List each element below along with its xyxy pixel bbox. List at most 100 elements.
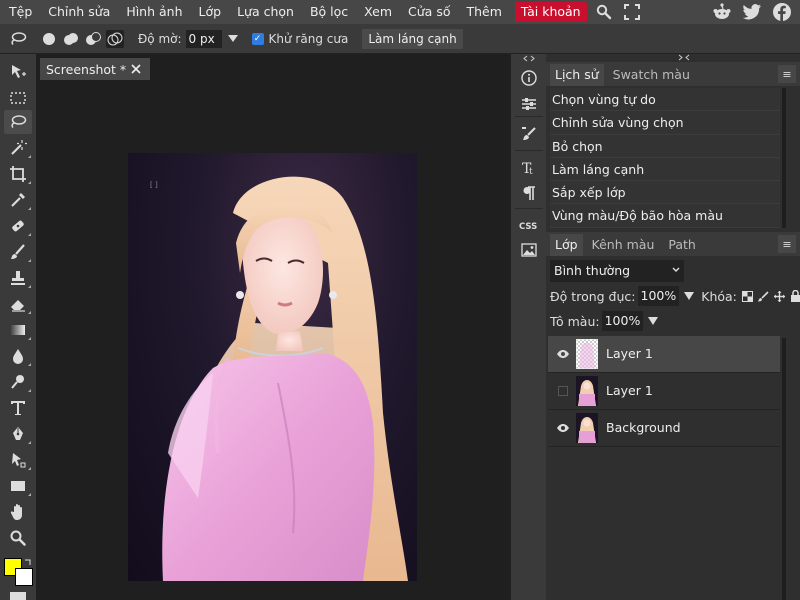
fill-dropdown-icon[interactable]: [648, 317, 659, 325]
lock-label: Khóa:: [701, 288, 737, 304]
history-item[interactable]: Chọn vùng tự do: [550, 88, 780, 112]
layer-name: Background: [606, 420, 681, 435]
tab-history[interactable]: Lịch sử: [550, 64, 604, 86]
hand-tool-icon[interactable]: [4, 500, 32, 524]
right-panels: Lịch sử Swatch màu ≡ Chọn vùng tự do Chỉ…: [546, 54, 800, 600]
facebook-icon[interactable]: [772, 2, 792, 22]
twitter-icon[interactable]: [742, 2, 762, 22]
refine-edge-button[interactable]: Làm láng cạnh: [362, 28, 463, 49]
document-tab[interactable]: Screenshot *: [40, 58, 150, 80]
blend-mode-value: Bình thường: [554, 263, 631, 278]
fullscreen-icon[interactable]: [621, 0, 643, 24]
marquee-tool-icon[interactable]: [4, 86, 32, 110]
gradient-tool-icon[interactable]: [4, 318, 32, 342]
background-color-swatch[interactable]: [15, 568, 33, 586]
swap-colors-icon[interactable]: [24, 556, 32, 565]
reddit-icon[interactable]: [712, 2, 732, 22]
move-tool-icon[interactable]: [4, 60, 32, 84]
menu-filter[interactable]: Bộ lọc: [301, 0, 355, 24]
close-icon[interactable]: [128, 61, 144, 77]
eye-icon[interactable]: [556, 422, 570, 434]
menu-more[interactable]: Thêm: [457, 0, 508, 24]
fill-label: Tô màu:: [550, 313, 600, 329]
image-canvas[interactable]: [ ]: [128, 153, 417, 581]
opacity-dropdown-icon[interactable]: [684, 292, 695, 300]
image-icon[interactable]: [517, 239, 541, 261]
expand-panels-icon[interactable]: [546, 54, 800, 62]
search-icon[interactable]: [593, 0, 615, 24]
history-scrollbar[interactable]: [782, 88, 786, 228]
magic-wand-tool-icon[interactable]: [4, 136, 32, 160]
menu-window[interactable]: Cửa số: [399, 0, 457, 24]
selection-intersect-icon[interactable]: [106, 29, 124, 48]
fill-row: Tô màu: 100%: [550, 311, 659, 331]
history-item[interactable]: Bỏ chọn: [550, 134, 780, 158]
character-icon[interactable]: Tt: [517, 157, 541, 179]
antialias-checkbox[interactable]: ✓: [251, 32, 264, 45]
lasso-tool-icon[interactable]: [4, 110, 32, 134]
opacity-label: Độ trong đục:: [550, 288, 636, 304]
eye-icon[interactable]: [556, 348, 570, 360]
healing-brush-tool-icon[interactable]: [4, 214, 32, 238]
blur-tool-icon[interactable]: [4, 344, 32, 368]
menu-select[interactable]: Lựa chọn: [228, 0, 301, 24]
tab-paths[interactable]: Path: [663, 234, 700, 256]
pen-tool-icon[interactable]: [4, 422, 32, 446]
dodge-tool-icon[interactable]: [4, 370, 32, 394]
fill-input[interactable]: 100%: [601, 311, 644, 331]
opacity-input[interactable]: 100%: [637, 286, 680, 306]
menu-view[interactable]: Xem: [355, 0, 399, 24]
tab-swatches[interactable]: Swatch màu: [608, 64, 695, 86]
history-item[interactable]: Chỉnh sửa vùng chọn: [550, 111, 780, 135]
selection-new-icon[interactable]: [40, 30, 58, 48]
adjustments-icon[interactable]: [517, 93, 541, 115]
panel-menu-icon[interactable]: ≡: [778, 235, 796, 253]
info-icon[interactable]: [517, 67, 541, 89]
layers-scrollbar[interactable]: [782, 338, 786, 600]
lock-all-icon[interactable]: [790, 290, 800, 302]
lock-position-icon[interactable]: [773, 290, 785, 302]
menu-image[interactable]: Hình ảnh: [117, 0, 189, 24]
menu-edit[interactable]: Chỉnh sửa: [39, 0, 117, 24]
collapse-panels-icon[interactable]: [511, 54, 547, 62]
lasso-tool-icon[interactable]: [8, 29, 28, 49]
layer-row[interactable]: Layer 1: [548, 336, 780, 373]
eyedropper-tool-icon[interactable]: [4, 188, 32, 212]
lock-transparency-icon[interactable]: [741, 290, 753, 302]
document-area: Screenshot * []: [36, 54, 510, 600]
css-icon[interactable]: CSS: [517, 214, 541, 236]
feather-dropdown-icon[interactable]: [227, 35, 238, 42]
eraser-tool-icon[interactable]: [4, 292, 32, 316]
visibility-toggle[interactable]: [558, 386, 568, 396]
layer-row[interactable]: Layer 1: [548, 373, 780, 410]
brush-settings-icon[interactable]: [517, 123, 541, 145]
zoom-tool-icon[interactable]: [4, 526, 32, 550]
paragraph-icon[interactable]: [517, 182, 541, 204]
feather-input[interactable]: [185, 29, 222, 48]
antialias-label: Khử răng cưa: [268, 31, 349, 46]
panel-separator: [515, 150, 543, 151]
quick-mask-icon[interactable]: [10, 592, 26, 600]
opacity-row: Độ trong đục: 100% Khóa:: [550, 286, 800, 306]
type-tool-icon[interactable]: [4, 396, 32, 420]
selection-subtract-icon[interactable]: [84, 30, 102, 48]
blend-mode-select[interactable]: Bình thường: [550, 260, 684, 282]
menu-file[interactable]: Tệp: [0, 0, 39, 24]
account-button[interactable]: Tài khoản: [514, 2, 587, 22]
clone-stamp-tool-icon[interactable]: [4, 266, 32, 290]
selection-add-icon[interactable]: [62, 30, 80, 48]
history-item[interactable]: Làm láng cạnh: [550, 157, 780, 182]
panel-menu-icon[interactable]: ≡: [778, 65, 796, 83]
tab-channels[interactable]: Kênh màu: [587, 234, 660, 256]
panel-separator: [515, 116, 543, 117]
lock-pixels-icon[interactable]: [757, 290, 769, 302]
brush-tool-icon[interactable]: [4, 240, 32, 264]
layer-row[interactable]: Background: [548, 410, 780, 447]
history-item[interactable]: Sắp xếp lớp: [550, 181, 780, 205]
menu-layer[interactable]: Lớp: [190, 0, 229, 24]
crop-tool-icon[interactable]: [4, 162, 32, 186]
path-selection-tool-icon[interactable]: [4, 448, 32, 472]
tab-layers[interactable]: Lớp: [550, 234, 583, 256]
history-item[interactable]: Vùng màu/Độ bão hòa màu: [550, 204, 780, 228]
rectangle-tool-icon[interactable]: [4, 474, 32, 498]
